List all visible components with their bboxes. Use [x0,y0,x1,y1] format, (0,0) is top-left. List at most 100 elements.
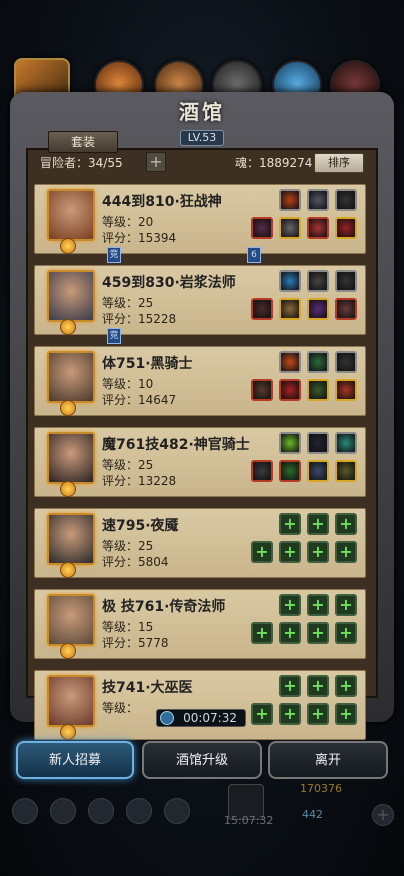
equip-slot-icon[interactable] [279,460,301,482]
hero-portrait[interactable] [47,432,95,484]
equip-slot-icon[interactable] [279,298,301,320]
equip-slot-icon[interactable] [279,189,301,211]
equip-slot-icon[interactable] [279,432,301,454]
equip-slot-icon[interactable] [251,379,273,401]
hero-card[interactable]: 444到810·狂战神 等级：20 评分：15394 竞 6 [34,184,366,263]
empty-equip-slot[interactable] [307,622,329,644]
page-title: 酒馆 [179,100,225,124]
recruit-button[interactable]: 新人招募 [16,741,134,779]
equip-slot-icon[interactable] [307,189,329,211]
leave-button[interactable]: 离开 [268,741,388,779]
empty-equip-slot[interactable] [279,541,301,563]
empty-equip-slot[interactable] [307,541,329,563]
gear-badge-icon [60,724,76,740]
empty-equip-slot[interactable] [279,594,301,616]
sort-button[interactable]: 排序 [314,153,364,173]
equip-slot-icon[interactable] [251,460,273,482]
empty-equip-slot[interactable] [335,594,357,616]
hero-name: 极 技761·传奇法师 [102,599,226,615]
empty-equip-slot[interactable] [307,703,329,725]
gear-badge-icon [60,400,76,416]
hero-portrait[interactable] [47,351,95,403]
hero-portrait[interactable] [47,675,95,727]
hero-score: 评分：5804 [102,555,169,569]
hero-card[interactable]: 体751·黑骑士 等级：10 评分：14647 [34,346,366,416]
hero-card[interactable]: 技741·大巫医 等级： [34,670,366,740]
empty-equip-slot[interactable] [335,541,357,563]
empty-equip-slot[interactable] [279,622,301,644]
equip-slot-icon[interactable] [335,460,357,482]
equip-slot-icon[interactable] [251,217,273,239]
gold-amount: 170376 [300,782,342,795]
empty-equip-slot[interactable] [335,675,357,697]
hero-card[interactable]: 459到830·岩浆法师 等级：25 评分：15228 竞 [34,265,366,344]
hero-score: 评分：15228 [102,312,177,326]
hero-card[interactable]: 极 技761·传奇法师 等级：15 评分：5778 [34,589,366,659]
equip-slot-icon[interactable] [279,217,301,239]
tag-flag: 6 [247,247,261,263]
hero-score: 评分：14647 [102,393,177,407]
empty-equip-slot[interactable] [307,594,329,616]
equip-slot-icon[interactable] [251,298,273,320]
hero-score: 评分：15394 [102,231,177,245]
hero-portrait[interactable] [47,270,95,322]
equip-slot-icon[interactable] [335,270,357,292]
equip-slot-icon[interactable] [307,270,329,292]
hero-portrait[interactable] [47,594,95,646]
menu-circle-icon[interactable] [50,798,76,824]
hero-level: 等级：25 [102,296,154,310]
hero-name: 技741·大巫医 [102,680,193,696]
equip-slot-icon[interactable] [307,460,329,482]
hero-portrait[interactable] [47,513,95,565]
empty-equip-slot[interactable] [279,675,301,697]
hero-card[interactable]: 魔761技482·神官骑士 等级：25 评分：13228 [34,427,366,497]
hero-name: 体751·黑骑士 [102,356,193,372]
hero-level: 等级： [102,701,139,715]
equip-slot-icon[interactable] [279,379,301,401]
menu-circle-icon[interactable] [12,798,38,824]
equip-slot-icon[interactable] [279,270,301,292]
hero-portrait[interactable] [47,189,95,241]
hero-level: 等级：20 [102,215,154,229]
equip-slot-icon[interactable] [307,298,329,320]
tavern-upgrade-button[interactable]: 酒馆升级 [142,741,262,779]
empty-equip-slot[interactable] [335,622,357,644]
equip-slot-icon[interactable] [335,298,357,320]
equip-slot-icon[interactable] [335,189,357,211]
equip-slot-icon[interactable] [307,379,329,401]
menu-circle-icon[interactable] [126,798,152,824]
equip-slot-icon[interactable] [335,379,357,401]
equip-slot-icon[interactable] [307,217,329,239]
suit-button[interactable]: 套装 [48,131,118,153]
gear-badge-icon [60,562,76,578]
hero-score: 评分：5778 [102,636,169,650]
empty-equip-slot[interactable] [307,675,329,697]
gear-badge-icon [60,238,76,254]
menu-circle-icon[interactable] [164,798,190,824]
hero-level: 等级：25 [102,539,154,553]
gear-badge-icon [60,319,76,335]
menu-circle-icon[interactable] [88,798,114,824]
empty-equip-slot[interactable] [279,703,301,725]
hero-name: 444到810·狂战神 [102,194,222,210]
add-slot-button[interactable]: + [146,152,166,172]
hero-name: 459到830·岩浆法师 [102,275,236,291]
tag-flag: 竞 [107,247,121,263]
empty-equip-slot[interactable] [251,541,273,563]
tag-flag: 竞 [107,328,121,344]
equip-slot-icon[interactable] [307,351,329,373]
empty-equip-slot[interactable] [251,622,273,644]
gem-amount: 442 [302,808,323,821]
equip-slot-icon[interactable] [279,351,301,373]
equip-slot-icon[interactable] [307,432,329,454]
equip-slot-icon[interactable] [335,432,357,454]
empty-equip-slot[interactable] [335,703,357,725]
empty-equip-slot[interactable] [251,703,273,725]
hero-card[interactable]: 速795·夜魇 等级：25 评分：5804 [34,508,366,578]
empty-equip-slot[interactable] [307,513,329,535]
empty-equip-slot[interactable] [279,513,301,535]
equip-slot-icon[interactable] [335,217,357,239]
empty-equip-slot[interactable] [335,513,357,535]
add-icon[interactable]: + [372,804,394,826]
equip-slot-icon[interactable] [335,351,357,373]
